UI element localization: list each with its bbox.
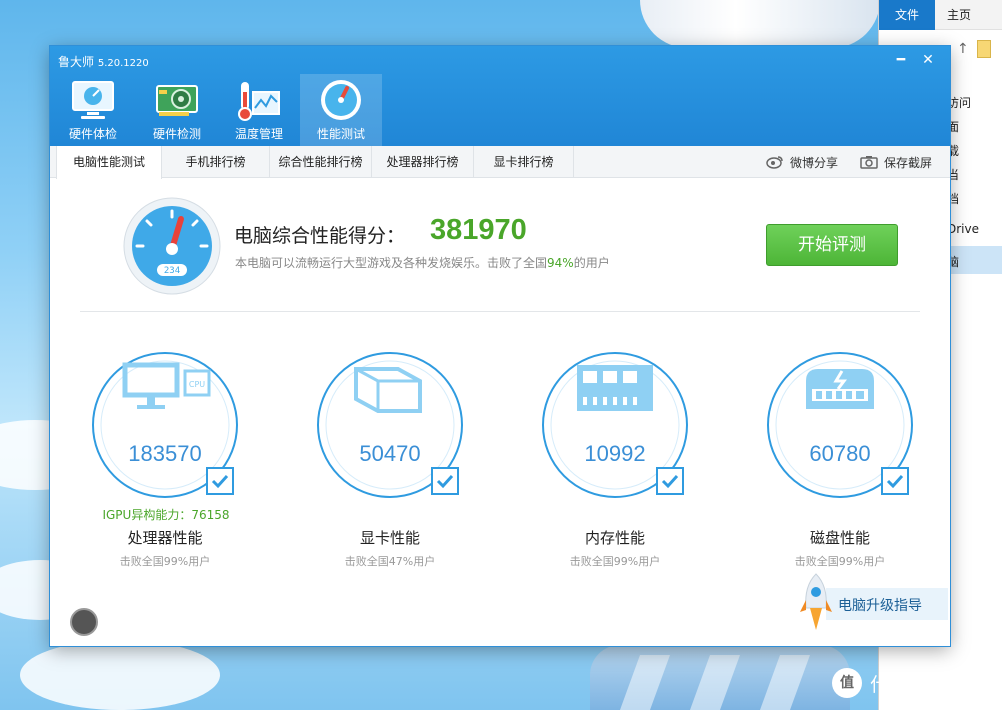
weibo-icon (766, 156, 783, 169)
rocket-icon (800, 573, 832, 630)
metric-rank: 击败全国47%用户 (344, 555, 436, 568)
folder-icon (976, 40, 991, 58)
subtab-phone-ranking[interactable]: 手机排行榜 (162, 146, 270, 178)
metric-rank: 击败全国99%用户 (794, 555, 886, 568)
tab-label: 温度管理 (234, 127, 283, 141)
app-name: 鲁大师 (58, 55, 95, 69)
checkbox-icon[interactable] (656, 467, 684, 495)
background-cloud (20, 640, 220, 710)
wallpaper-figure (640, 0, 880, 48)
metric-name: 磁盘性能 (809, 529, 870, 547)
watermark-badge: 值 (832, 668, 862, 698)
metric-name: 显卡性能 (359, 529, 420, 547)
metric-value: 10992 (584, 441, 646, 466)
minimize-button[interactable]: ━ (890, 50, 912, 70)
ribbon-tab-file[interactable]: 文件 (879, 0, 935, 30)
tab-hardware-detect[interactable]: 硬件检测 (136, 74, 218, 146)
ribbon-tab-home[interactable]: 主页 (935, 0, 983, 30)
watermark-text: 什么值得买 (870, 673, 966, 696)
upgrade-guide-label: 电脑升级指导 (838, 598, 922, 614)
tab-label: 性能测试 (316, 127, 365, 141)
title-bar: 鲁大师 5.20.1220 ━ ✕ 硬件体检 硬件检测 温度管理 性能测试 (50, 46, 950, 146)
metric-value: 60780 (809, 441, 871, 466)
score-label: 电脑综合性能得分： (234, 225, 406, 247)
metric-memory[interactable]: 10992 内存性能 击败全国99%用户 (526, 331, 696, 571)
score-desc-suffix: 的用户 (573, 256, 610, 270)
score-desc-percent: 94% (547, 256, 574, 270)
metric-rank: 击败全国99%用户 (569, 555, 661, 568)
ludashi-window: 鲁大师 5.20.1220 ━ ✕ 硬件体检 硬件检测 温度管理 性能测试 电脑… (50, 46, 950, 646)
metric-disk[interactable]: 60780 磁盘性能 击败全国99%用户 (751, 331, 921, 571)
subtab-overall-ranking[interactable]: 综合性能排行榜 (270, 146, 372, 178)
watermark: 值 什么值得买 (832, 668, 965, 698)
save-screenshot-label: 保存截屏 (883, 155, 932, 170)
igpu-score: IGPU异构能力：76158 (102, 508, 230, 522)
metric-cpu[interactable]: CPU 183570 IGPU异构能力：76158 处理器性能 击败全国99%用… (76, 331, 246, 571)
score-gauge-icon: 234 (123, 197, 221, 295)
tab-performance-test[interactable]: 性能测试 (300, 74, 382, 146)
score-description: 本电脑可以流畅运行大型游戏及各种发烧娱乐。击败了全国94%的用户 (235, 254, 610, 271)
metric-gpu[interactable]: 50470 显卡性能 击败全国47%用户 (301, 331, 471, 571)
owl-mascot-icon[interactable] (70, 608, 98, 636)
divider (80, 311, 920, 312)
checkbox-icon[interactable] (206, 467, 234, 495)
gauge-digits: 234 (164, 266, 180, 276)
metric-name: 内存性能 (584, 529, 645, 547)
close-button[interactable]: ✕ (917, 50, 939, 70)
sub-actions: 微博分享 保存截屏 (766, 146, 932, 178)
sub-tab-bar: 电脑性能测试 手机排行榜 综合性能排行榜 处理器排行榜 显卡排行榜 微博分享 保 (50, 146, 950, 179)
metric-rank: 击败全国99%用户 (119, 555, 211, 568)
weibo-share-label: 微博分享 (789, 155, 838, 170)
speedometer-icon (321, 80, 361, 120)
tab-label: 硬件体检 (68, 127, 117, 141)
tab-label: 硬件检测 (152, 127, 201, 141)
nav-item[interactable]: 访问 (947, 94, 971, 111)
wallpaper-figure-bottom (590, 645, 850, 710)
camera-icon (860, 156, 878, 169)
subtab-gpu-ranking[interactable]: 显卡排行榜 (474, 146, 574, 178)
checkbox-icon[interactable] (881, 467, 909, 495)
metric-name: 处理器性能 (127, 529, 203, 547)
save-screenshot-button[interactable]: 保存截屏 (860, 154, 932, 171)
subtab-cpu-ranking[interactable]: 处理器排行榜 (372, 146, 474, 178)
upgrade-guide-button[interactable]: 电脑升级指导 (798, 573, 948, 644)
up-arrow-icon[interactable]: ↑ (957, 41, 969, 57)
tab-hardware-checkup[interactable]: 硬件体检 (52, 74, 134, 146)
score-desc-prefix: 本电脑可以流畅运行大型游戏及各种发烧娱乐。击败了全国 (235, 256, 548, 270)
metric-value: 50470 (359, 441, 421, 466)
start-benchmark-button[interactable]: 开始评测 (766, 224, 898, 266)
score-value: 381970 (430, 214, 527, 246)
monitor-icon (72, 81, 114, 119)
thermometer-icon (238, 82, 280, 121)
app-version: 5.20.1220 (97, 58, 149, 69)
weibo-share-button[interactable]: 微博分享 (766, 154, 838, 171)
tab-temperature[interactable]: 温度管理 (218, 74, 300, 146)
graphics-card-icon (156, 85, 198, 116)
metric-value: 183570 (128, 441, 202, 466)
subtab-pc-performance[interactable]: 电脑性能测试 (56, 146, 162, 179)
nav-item-onedrive[interactable]: Drive (947, 222, 979, 236)
app-title: 鲁大师 5.20.1220 (58, 53, 149, 70)
svg-text:CPU: CPU (189, 380, 205, 389)
checkbox-icon[interactable] (431, 467, 459, 495)
explorer-ribbon: 文件 主页 (879, 0, 1002, 30)
